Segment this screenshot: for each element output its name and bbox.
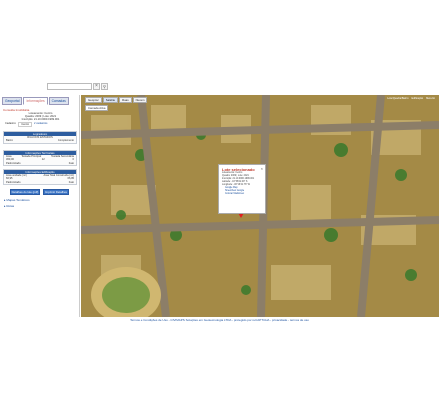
imprimir-button[interactable]: Imprimir Detalhes	[43, 189, 69, 195]
tab-nuvem[interactable]: Nuvem	[132, 97, 148, 103]
cell-value: Fato	[68, 161, 74, 165]
map-type-tabs: Geoproc Satélite Ruas Nuvem	[85, 97, 148, 103]
col-label: Testada Principal	[21, 155, 42, 158]
satellite-map[interactable]: Geoproc Satélite Ruas Nuvem Camada Ativa…	[81, 95, 439, 317]
legend-lote[interactable]: Lote/Quadra/Bairro	[387, 97, 408, 100]
bairro-label: Bairro	[6, 139, 13, 143]
lote-popup: Lote selecionado × Loteamento: Centro Qu…	[218, 164, 266, 214]
cell-value: 12	[41, 158, 45, 162]
camada-ativa-tab[interactable]: Camada Ativa	[85, 105, 109, 111]
footer-text[interactable]: Termos e Condições de Uso - CIVIMAPS Sol…	[0, 318, 439, 322]
stadium-lawn	[102, 277, 150, 313]
rotas-label: Rotas	[6, 204, 15, 208]
map-legend: Lote/Quadra/Bairro Edificação Meio-fio	[387, 97, 435, 100]
popup-title: Lote selecionado	[222, 167, 255, 172]
complemento-label: Complemento	[57, 139, 74, 143]
col-label: Testada Secundária	[51, 155, 74, 158]
cell-value: Fato	[68, 180, 74, 184]
cadastro-extra-link[interactable]: 2 cadastros	[34, 122, 47, 127]
bairro-row: Bairro Complemento	[4, 139, 76, 142]
area-padrao: Padronizado Fato	[4, 181, 76, 184]
tab-geoproc[interactable]: Geoproc	[85, 97, 102, 103]
lote-section: Consulta Imobiliária Loteamento: Centro …	[3, 108, 78, 127]
legend-meio-fio[interactable]: Meio-fio	[426, 97, 435, 100]
mapas-tematicos-link[interactable]: ▸ Mapas Temáticos	[4, 198, 30, 202]
close-icon: ×	[95, 83, 98, 89]
search-icon: ⚲	[103, 84, 106, 89]
rotas-link[interactable]: ▸ Rotas	[4, 204, 14, 208]
area-box: Informações Edificação Área unidade (m²)…	[3, 169, 77, 185]
legend-edificacao[interactable]: Edificação	[412, 97, 424, 100]
cadastro-label: Cadastro:	[5, 121, 17, 125]
cadastro-row: Cadastro: Centro 2 cadastros	[3, 121, 78, 127]
cadastro-select[interactable]: Centro	[18, 121, 33, 127]
tab-ruas[interactable]: Ruas	[119, 97, 132, 103]
cell-value: Padronizado	[6, 180, 21, 184]
clear-search-button[interactable]: ×	[93, 83, 100, 90]
tab-geoportal[interactable]: Geoportal	[2, 97, 23, 105]
close-icon[interactable]: ×	[261, 166, 263, 171]
tab-camadas[interactable]: Camadas	[48, 97, 69, 105]
panel-tabs: Geoportal Informações Camadas	[2, 97, 78, 105]
search-input[interactable]	[47, 83, 92, 90]
territorial-padrao: Padronizado Fato	[4, 162, 76, 165]
tab-satelite[interactable]: Satélite	[102, 97, 119, 103]
mapas-tematicos-label: Mapas Temáticos	[6, 198, 30, 202]
popup-link-maddovec[interactable]: Colocar Maddovec	[219, 193, 265, 196]
tab-informacoes[interactable]: Informações	[23, 97, 48, 105]
logradouro-box: Logradouro RUA DOS ESTADOS Bairro Comple…	[3, 131, 77, 144]
territorial-box: Informações Territoriais Área Testada Pr…	[3, 150, 77, 166]
cell-value: Padronizado	[6, 161, 21, 165]
search-button[interactable]: ⚲	[101, 83, 108, 90]
left-panel: Geoportal Informações Camadas Consulta I…	[0, 95, 80, 317]
detalhes-pdf-button[interactable]: Detalhes do lote (pdf)	[10, 189, 40, 195]
